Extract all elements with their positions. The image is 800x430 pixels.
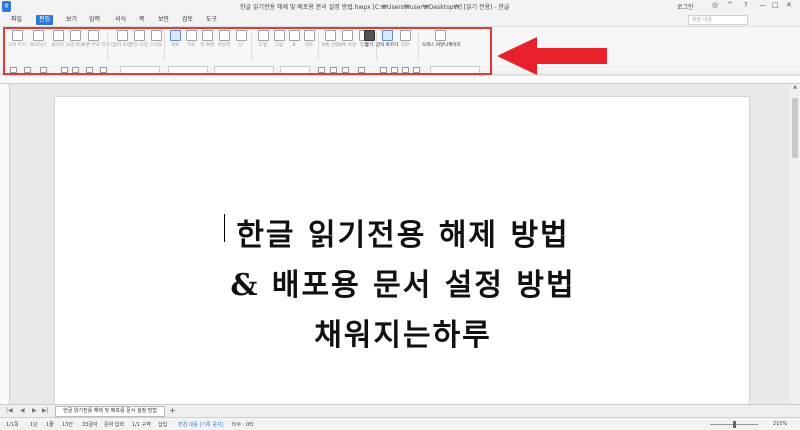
zoom-level[interactable]: 210%: [773, 421, 787, 427]
help-icon[interactable]: ?: [744, 1, 748, 9]
search-input[interactable]: 찾을 내용: [688, 15, 748, 25]
window-title: 한글 읽기전용 해제 및 배포용 문서 설정 방법.hwpx [C:₩Users…: [240, 4, 510, 11]
status-track-changes[interactable]: 변경 내용 [기록 중지]: [178, 421, 223, 428]
status-bar: 1/1쪽 1단 1줄 13칸 33글자 문자 입력 1/1 구역 삽입 변경 내…: [0, 417, 800, 430]
menu-bar: 파일 편집 보기 입력 서식 쪽 보안 검토 도구: [0, 13, 800, 27]
menu-edit[interactable]: 편집: [36, 15, 54, 25]
menu-format[interactable]: 서식: [112, 15, 129, 25]
status-page: 1/1쪽: [6, 422, 19, 428]
maximize-icon[interactable]: □: [772, 1, 779, 9]
status-column: 13칸: [62, 422, 73, 428]
menu-page[interactable]: 쪽: [136, 15, 148, 25]
prev-tab-icon[interactable]: ◀: [20, 407, 25, 414]
doc-line-2[interactable]: & 배포용 문서 설정 방법: [55, 260, 751, 304]
status-chars: 33글자: [82, 422, 98, 428]
app-logo-icon[interactable]: ㅎ: [2, 1, 11, 12]
menu-tools[interactable]: 도구: [203, 15, 220, 25]
vertical-scrollbar[interactable]: ▲: [790, 84, 800, 404]
menu-review[interactable]: 검토: [179, 15, 196, 25]
doc-line-3[interactable]: 채워지는하루: [55, 310, 751, 354]
vertical-ruler[interactable]: [0, 84, 10, 404]
ribbon-highlight-box: [3, 27, 492, 75]
minimize-icon[interactable]: —: [759, 1, 766, 9]
menu-file[interactable]: 파일: [8, 15, 25, 25]
first-tab-icon[interactable]: |◀: [6, 407, 13, 414]
status-input-mode[interactable]: 문자 입력: [104, 421, 124, 428]
minimize-ribbon-icon[interactable]: ^: [727, 1, 733, 9]
add-tab-button[interactable]: +: [168, 406, 177, 417]
doc-line-1[interactable]: 한글 읽기전용 해제 방법: [55, 210, 751, 254]
close-icon[interactable]: ✕: [786, 1, 792, 9]
status-section: 1단: [30, 422, 38, 428]
status-typing: 타수 : 0타: [232, 422, 254, 428]
status-line: 1줄: [46, 422, 54, 428]
scroll-up-icon[interactable]: ▲: [790, 84, 800, 92]
status-area: 1/1 구역: [132, 422, 151, 428]
document-tab-bar: |◀ ◀ ▶ ▶| 한글 읽기전용 해제 및 배포용 문서 설정 방법 +: [0, 404, 800, 417]
horizontal-ruler[interactable]: [0, 76, 800, 84]
login-button[interactable]: 로그인: [677, 2, 694, 11]
last-tab-icon[interactable]: ▶|: [42, 407, 49, 414]
title-bar: ㅎ 한글 읽기전용 해제 및 배포용 문서 설정 방법.hwpx [C:₩Use…: [0, 0, 800, 13]
menu-insert[interactable]: 입력: [86, 15, 103, 25]
zoom-slider-handle[interactable]: [733, 421, 736, 428]
next-tab-icon[interactable]: ▶: [32, 407, 37, 414]
red-arrow-icon: [497, 37, 607, 75]
menu-view[interactable]: 보기: [63, 15, 80, 25]
scroll-thumb[interactable]: [792, 98, 798, 158]
user-icon[interactable]: ◎: [712, 1, 718, 9]
menu-security[interactable]: 보안: [155, 15, 172, 25]
status-insert[interactable]: 삽입: [158, 421, 167, 428]
document-tab[interactable]: 한글 읽기전용 해제 및 배포용 문서 설정 방법: [55, 406, 165, 417]
document-page[interactable]: 한글 읽기전용 해제 방법 & 배포용 문서 설정 방법 채워지는하루: [54, 96, 750, 406]
